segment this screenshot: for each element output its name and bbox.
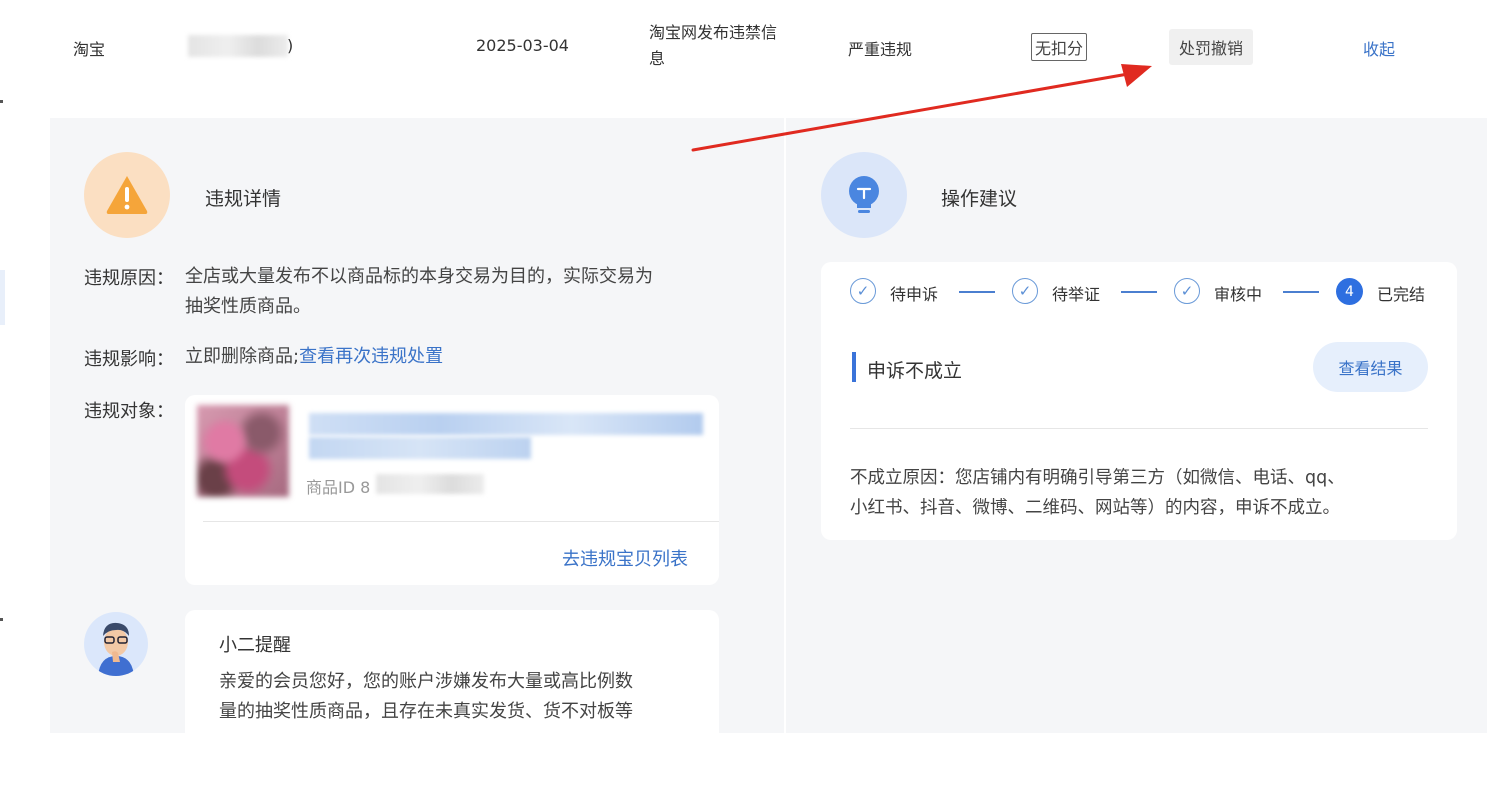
annotation-arrow [691,64,1152,152]
